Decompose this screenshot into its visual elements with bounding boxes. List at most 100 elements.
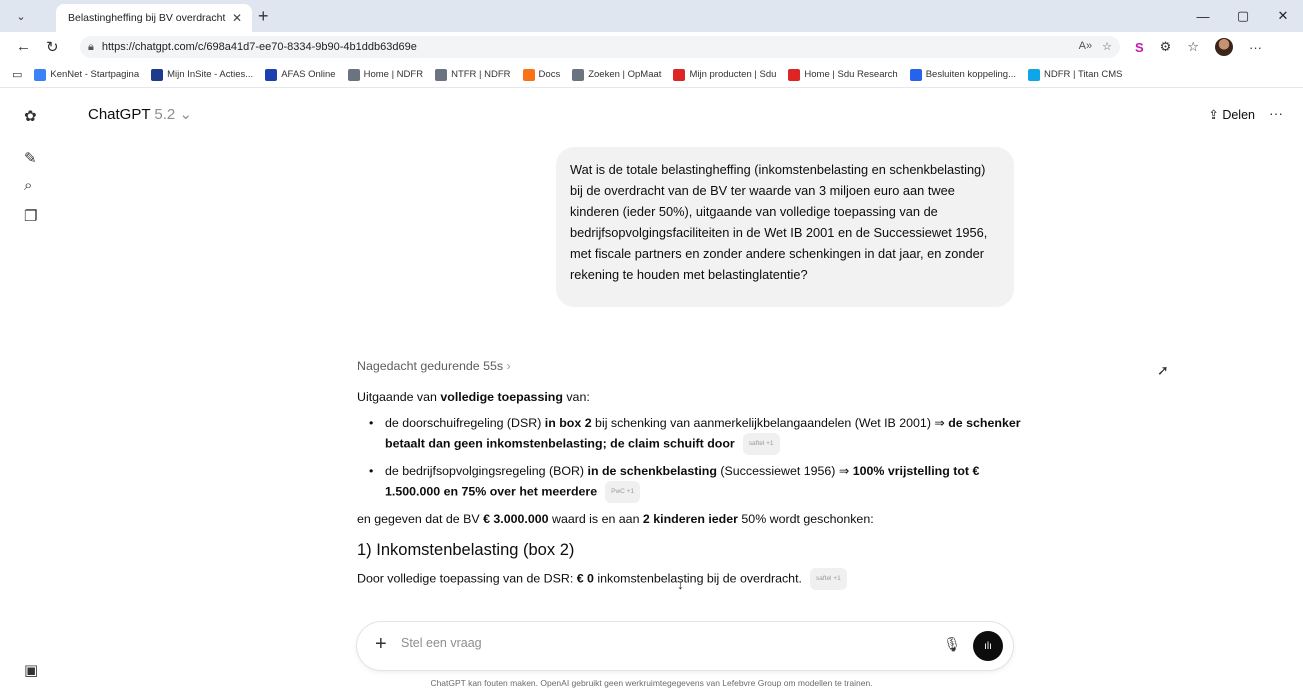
bullet-text: (Successiewet 1956) ⇒ [716,464,853,478]
bookmark-label: AFAS Online [281,69,336,80]
bookmark-label: Mijn producten | Sdu [689,69,777,80]
bookmark-favicon-icon [788,68,801,81]
favorites-icon[interactable]: ☆ [1187,39,1199,55]
given-text: waard is en aan [548,512,643,526]
dsr-bold: € 0 [576,571,594,586]
extension-icon[interactable]: ⚙ [1160,39,1172,55]
dsr-text: inkomstenbelasting bij de overdracht. [593,571,802,586]
library-icon[interactable]: ❐ [24,207,37,225]
bookmark-item[interactable]: Docs [522,68,561,81]
thought-toggle[interactable]: Nagedacht gedurende 55s › [357,359,1023,373]
openai-logo-icon[interactable]: ✿ [24,107,37,125]
bullet-text: bij schenking van aanmerkelijkbelangaand… [591,416,949,430]
share-label: Delen [1222,108,1255,122]
bookmark-favicon-icon [265,68,278,81]
given-paragraph: en gegeven dat de BV € 3.000.000 waard i… [357,509,1023,529]
bookmark-favicon-icon [1028,68,1041,81]
refresh-icon[interactable]: ↻ [46,38,59,56]
extensions-area: S ⚙ ☆ ··· [1135,38,1262,56]
model-name: ChatGPT [88,106,151,123]
sidebar-toggle-icon[interactable]: ▭ [12,68,22,81]
new-tab-plus-icon[interactable]: + [258,6,269,27]
intro-paragraph: Uitgaande van volledige toepassing van: [357,387,1023,407]
bookmarks-bar: ▭ KenNet - Startpagina Mijn InSite - Acti… [0,62,1303,88]
dsr-paragraph: Door volledige toepassing van de DSR: € … [357,568,1023,590]
model-selector[interactable]: ChatGPT 5.2 ⌄ [88,105,192,123]
bookmark-favicon-icon [347,68,360,81]
bookmark-favicon-icon [435,68,448,81]
bookmark-favicon-icon [673,68,686,81]
add-attachment-plus-icon[interactable]: + [375,633,387,656]
dsr-text: Door volledige toepassing van de DSR: [357,571,577,586]
share-button[interactable]: ⇪ Delen [1208,107,1255,122]
bookmark-item[interactable]: Zoeken | OpMaat [572,68,662,81]
minimize-icon[interactable]: — [1183,0,1223,32]
url-bar[interactable]: 🔒︎ https://chatgpt.com/c/698a41d7-ee70-8… [80,36,1120,58]
section-heading: 1) Inkomstenbelasting (box 2) [357,541,575,559]
given-bold: € 3.000.000 [483,512,549,526]
back-arrow-icon[interactable]: ← [16,38,31,55]
new-chat-icon[interactable]: ✎ [24,149,37,167]
bookmark-item[interactable]: Mijn producten | Sdu [673,68,777,81]
bookmark-favicon-icon [572,68,585,81]
prompt-input[interactable] [401,636,921,650]
list-item: de doorschuifregeling (DSR) in box 2 bij… [369,413,1023,455]
bookmark-favicon-icon [909,68,922,81]
profile-icon[interactable]: ▣ [24,661,38,679]
favorite-star-icon[interactable]: ☆ [1102,40,1112,53]
scroll-down-arrow-icon[interactable]: ↓ [677,576,684,592]
composer: + 🎙︎ ılı [357,622,1013,670]
profile-avatar[interactable] [1214,38,1233,56]
bookmark-item[interactable]: Besluiten koppeling... [909,68,1017,81]
close-window-icon[interactable]: ✕ [1263,0,1303,32]
bookmark-label: Zoeken | OpMaat [588,69,662,80]
voice-mode-button[interactable]: ılı [973,631,1003,661]
given-text: en gegeven dat de BV [357,512,484,526]
lock-icon[interactable]: 🔒︎ [88,41,94,54]
bookmark-label: Home | NDFR [363,69,424,80]
facilities-list: de doorschuifregeling (DSR) in box 2 bij… [369,413,1023,503]
thought-label: Nagedacht gedurende 55s [357,359,504,373]
tab-actions-chevron-down-icon[interactable]: ⌄ [10,6,32,26]
search-icon[interactable]: ⌕ [24,177,32,194]
tab-close-icon[interactable]: ✕ [232,11,242,25]
assistant-message: Nagedacht gedurende 55s › Uitgaande van … [357,359,1023,596]
waveform-icon: ılı [984,640,992,652]
citation-badge[interactable]: PwC +1 [605,481,641,503]
read-aloud-icon[interactable]: A» [1079,40,1092,53]
disclaimer: ChatGPT kan fouten maken. OpenAI gebruik… [430,678,873,688]
tab-title: Belastingheffing bij BV overdracht [68,12,226,24]
bookmark-item[interactable]: Mijn InSite - Acties... [151,68,253,81]
citation-badge[interactable]: saftel +1 [809,568,847,590]
microphone-icon[interactable]: 🎙︎ [943,636,961,653]
user-message-text: Wat is de totale belastingheffing (inkom… [570,162,988,282]
address-bar-row: ← ↻ 🔒︎ https://chatgpt.com/c/698a41d7-ee… [0,32,1303,62]
bookmark-label: Docs [538,69,561,80]
bookmark-item[interactable]: NDFR | Titan CMS [1028,68,1123,81]
chevron-right-icon: › [506,359,511,373]
bullet-bold: in de schenkbelasting [587,464,717,478]
more-options-icon[interactable]: ··· [1269,105,1283,121]
bookmark-item[interactable]: NTFR | NDFR [435,68,511,81]
citation-badge[interactable]: saftel +1 [742,433,780,455]
given-bold: 2 kinderen ieder [642,512,738,526]
user-message: Wat is de totale belastingheffing (inkom… [556,147,1014,307]
mouse-cursor-icon: ➚ [1157,362,1169,378]
intro-bold: volledige toepassing [440,390,563,404]
browser-tab-bar: ⌄ Belastingheffing bij BV overdracht ✕ +… [0,0,1303,32]
more-menu-icon[interactable]: ··· [1249,40,1262,55]
bookmark-item[interactable]: KenNet - Startpagina [34,68,139,81]
bullet-bold: in box 2 [544,416,592,430]
chatgpt-app: ✿ ✎ ⌕ ❐ ▣ ChatGPT 5.2 ⌄ ⇪ Delen ··· Wat … [0,89,1303,693]
bookmark-item[interactable]: Home | NDFR [347,68,424,81]
intro-text-end: van: [562,390,590,404]
bookmark-item[interactable]: AFAS Online [265,68,336,81]
bookmark-label: Besluiten koppeling... [925,69,1017,80]
bookmark-item[interactable]: Home | Sdu Research [788,68,898,81]
browser-tab[interactable]: Belastingheffing bij BV overdracht ✕ [56,4,252,32]
extension-s-icon[interactable]: S [1135,40,1144,55]
restore-icon[interactable]: ▢ [1223,0,1263,32]
share-icon: ⇪ [1208,108,1219,122]
window-controls: — ▢ ✕ [1183,0,1303,32]
bookmark-label: Home | Sdu Research [804,69,898,80]
